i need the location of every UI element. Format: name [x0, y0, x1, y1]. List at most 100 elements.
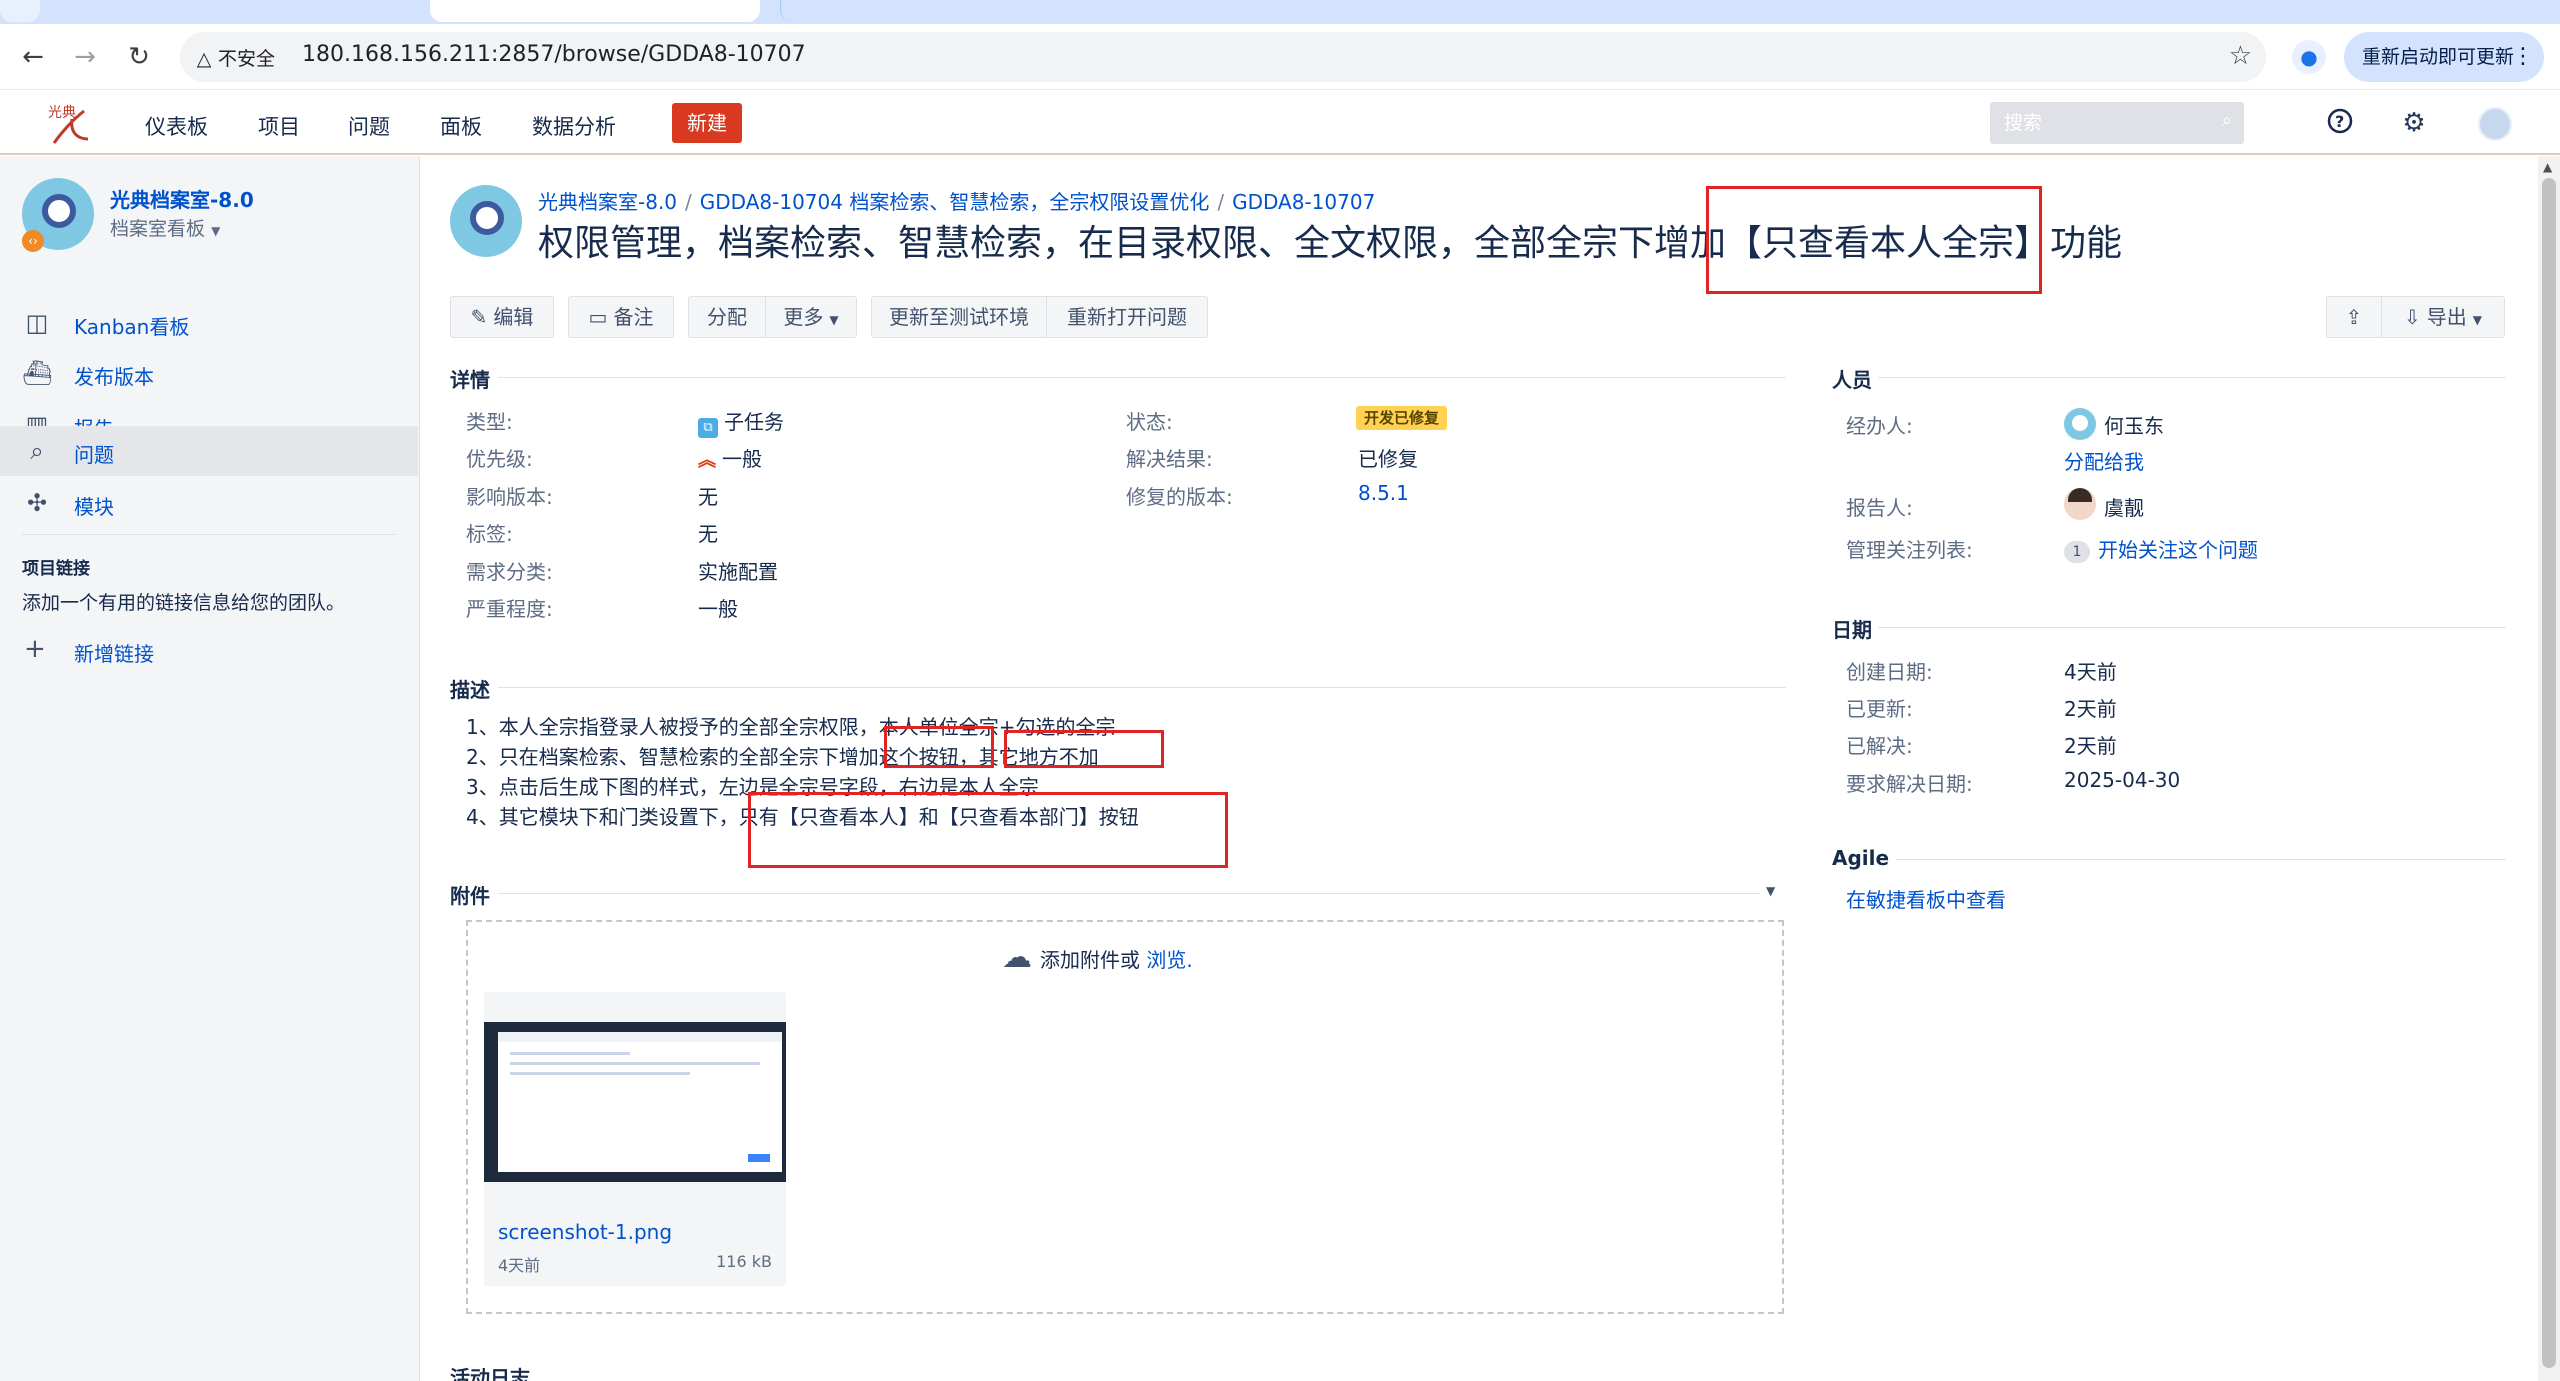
share-icon: ⇪ — [2345, 305, 2363, 329]
preview-bar — [498, 1032, 782, 1042]
issues-icon: ⌕ — [30, 437, 44, 465]
affects-version-label: 影响版本: — [466, 485, 553, 509]
attachment-dropzone[interactable]: ☁ 添加附件或 浏览. screenshot-1.png 4天前 116 kB — [466, 920, 1784, 1314]
annotation-box — [748, 792, 1228, 868]
puzzle-icon: ✣ — [26, 489, 48, 517]
assign-to-me-link[interactable]: 分配给我 — [2064, 446, 2144, 475]
board-selector[interactable]: 档案室看板 ▼ — [110, 214, 220, 241]
export-label: 导出 — [2426, 305, 2467, 329]
divider — [498, 893, 1760, 894]
attachment-thumbnail[interactable]: screenshot-1.png 4天前 116 kB — [484, 992, 786, 1286]
breadcrumb: 光典档案室-8.0 / GDDA8-10704 档案检索、智慧检索，全宗权限设置优化… — [538, 186, 1375, 215]
browser-toolbar: ← → ↻ △ 不安全 180.168.156.211:2857/browse/G… — [0, 24, 2560, 90]
back-icon[interactable]: ← — [18, 42, 48, 72]
resolved-label: 已解决: — [1846, 734, 1913, 758]
more-vert-icon[interactable]: ⋮ — [2512, 32, 2534, 82]
screenshot-preview-canvas — [498, 1032, 782, 1172]
update-label: 重新启动即可更新 — [2362, 46, 2515, 68]
edit-button[interactable]: ✎ 编辑 — [450, 296, 554, 338]
update-to-test-button[interactable]: 更新至测试环境 — [871, 296, 1047, 338]
divider — [498, 687, 1786, 688]
profile-icon[interactable]: ● — [2292, 40, 2326, 74]
address-bar[interactable]: △ 不安全 180.168.156.211:2857/browse/GDDA8-1… — [180, 32, 2266, 82]
create-button[interactable]: 新建 — [672, 103, 742, 143]
update-button[interactable]: 重新启动即可更新 ⋮ — [2344, 32, 2544, 82]
project-name[interactable]: 光典档案室-8.0 — [110, 184, 254, 213]
view-on-board-link[interactable]: 在敏捷看板中查看 — [1846, 884, 2006, 913]
priority-chevron-icon: ︽ — [698, 450, 716, 471]
browser-tab-active[interactable] — [430, 0, 760, 22]
preview-row — [510, 1052, 630, 1055]
share-button[interactable]: ⇪ — [2326, 296, 2382, 338]
breadcrumb-issue-key[interactable]: GDDA8-10707 — [1232, 190, 1375, 214]
edit-label: 编辑 — [493, 305, 534, 329]
nav-projects[interactable]: 项目 — [258, 111, 300, 141]
watch-issue-link[interactable]: 1 开始关注这个问题 — [2064, 534, 2258, 563]
breadcrumb-project[interactable]: 光典档案室-8.0 — [538, 190, 677, 214]
nav-analytics[interactable]: 数据分析 — [532, 111, 616, 141]
scrollbar-thumb[interactable] — [2542, 178, 2556, 1368]
breadcrumb-separator: / — [685, 190, 692, 214]
assign-button[interactable]: 分配 — [688, 296, 766, 338]
updated-value: 2天前 — [2064, 697, 2117, 721]
gear-icon[interactable]: ⚙ — [2398, 107, 2430, 139]
reporter-value[interactable]: 虞靓 — [2104, 492, 2144, 521]
export-button[interactable]: ⇩ 导出 ▼ — [2381, 296, 2505, 338]
sidebar-item-issues[interactable]: ⌕ 问题 — [0, 426, 418, 476]
project-avatar-eye — [42, 194, 76, 228]
more-button[interactable]: 更多 ▼ — [765, 296, 857, 338]
comment-button[interactable]: ▭ 备注 — [568, 296, 674, 338]
issue-project-avatar[interactable] — [450, 185, 522, 257]
forward-icon[interactable]: → — [70, 42, 100, 72]
sidebar-item-label: 发布版本 — [74, 365, 154, 389]
affects-version-value: 无 — [698, 485, 718, 509]
user-avatar[interactable] — [2478, 107, 2512, 141]
status-badge: 开发已修复 — [1356, 406, 1448, 430]
nav-issues[interactable]: 问题 — [348, 111, 390, 141]
search-box[interactable]: ⌕ — [1990, 102, 2244, 144]
updated-label: 已更新: — [1846, 697, 1913, 721]
browse-link[interactable]: 浏览. — [1146, 948, 1192, 972]
reload-icon[interactable]: ↻ — [124, 42, 154, 72]
nav-dashboards[interactable]: 仪表板 — [145, 111, 208, 141]
type-value: ⧉ 子任务 — [698, 406, 784, 438]
project-avatar[interactable]: ‹› — [22, 178, 94, 252]
assignee-value[interactable]: 何玉东 — [2104, 410, 2164, 439]
sidebar-item-releases[interactable]: ⛴ 发布版本 — [0, 348, 418, 398]
breadcrumb-parent-issue[interactable]: GDDA8-10704 档案检索、智慧检索，全宗权限设置优化 — [700, 190, 1210, 214]
nav-boards[interactable]: 面板 — [440, 111, 482, 141]
security-indicator[interactable]: △ 不安全 — [194, 44, 275, 71]
chevron-down-icon[interactable]: ▼ — [1766, 884, 1775, 898]
help-icon[interactable]: ? — [2324, 107, 2356, 139]
sidebar-item-kanban[interactable]: ◫ Kanban看板 — [0, 298, 418, 348]
divider — [1878, 627, 2506, 628]
annotation-box — [1706, 186, 2042, 294]
add-link-label: 新增链接 — [74, 642, 154, 666]
fix-version-link[interactable]: 8.5.1 — [1358, 481, 1409, 505]
watch-link-label: 开始关注这个问题 — [2098, 538, 2258, 562]
add-link-button[interactable]: + 新增链接 — [0, 626, 418, 672]
labels-value: 无 — [698, 522, 718, 546]
annotation-box — [1004, 730, 1164, 768]
board-icon: ◫ — [25, 309, 49, 337]
project-links-description: 添加一个有用的链接信息给您的团队。 — [22, 592, 346, 614]
reopen-issue-button[interactable]: 重新打开问题 — [1046, 296, 1208, 338]
bookmark-star-icon[interactable]: ☆ — [2229, 41, 2252, 71]
created-label: 创建日期: — [1846, 660, 1933, 684]
url-text[interactable]: 180.168.156.211:2857/browse/GDDA8-10707 — [302, 42, 806, 67]
screenshot-preview[interactable] — [484, 1022, 786, 1182]
browser-tab[interactable] — [780, 0, 1830, 22]
due-date-label: 要求解决日期: — [1846, 772, 1973, 796]
attachment-filename[interactable]: screenshot-1.png — [498, 1220, 672, 1244]
description-section-title: 描述 — [450, 678, 490, 702]
browser-tab[interactable] — [0, 0, 40, 22]
preview-row — [510, 1072, 690, 1075]
sidebar-item-components[interactable]: ✣ 模块 — [0, 478, 418, 528]
search-icon[interactable]: ⌕ — [2222, 110, 2232, 131]
dates-section-title: 日期 — [1832, 618, 1872, 642]
page-scrollbar[interactable]: ▲ — [2538, 156, 2560, 1381]
due-date-value: 2025-04-30 — [2064, 768, 2181, 792]
search-input[interactable] — [1990, 102, 2210, 144]
logo[interactable]: 光典 — [44, 99, 94, 147]
scroll-up-icon[interactable]: ▲ — [2543, 160, 2552, 174]
